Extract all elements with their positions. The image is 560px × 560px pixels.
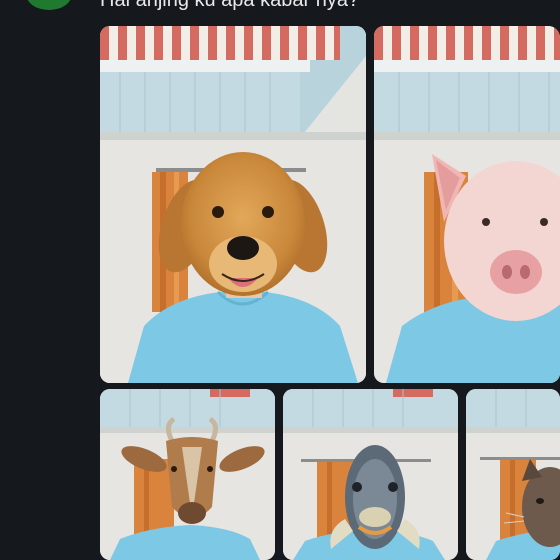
media-grid — [100, 26, 560, 560]
pig-photo — [374, 26, 560, 383]
avatar[interactable] — [26, 0, 72, 10]
post-page: Hai anjing ku apa kabar nya? — [0, 0, 560, 560]
media-image-animal-partial[interactable] — [466, 389, 560, 560]
goat-photo — [100, 389, 275, 560]
media-image-pig[interactable] — [374, 26, 560, 383]
media-image-dog[interactable] — [100, 26, 366, 383]
dog-photo — [100, 26, 366, 383]
media-image-goat[interactable] — [100, 389, 275, 560]
media-image-fish[interactable] — [283, 389, 458, 560]
post-text: Hai anjing ku apa kabar nya? — [100, 0, 360, 11]
fish-photo — [283, 389, 458, 560]
animal-partial-photo — [466, 389, 560, 560]
